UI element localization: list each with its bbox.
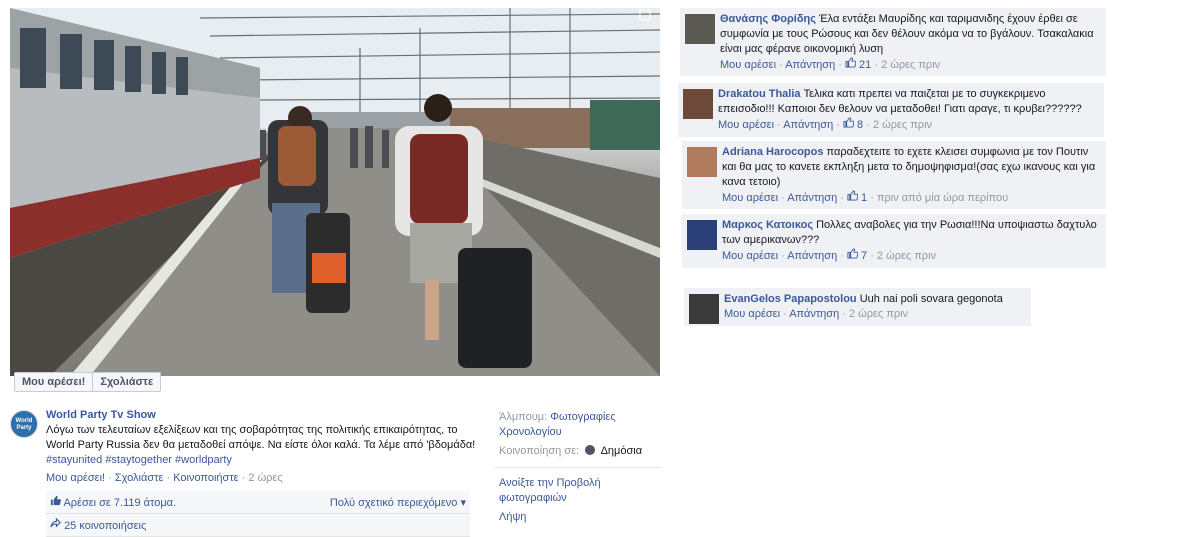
commenter-avatar[interactable]: [687, 147, 717, 177]
comment-timestamp[interactable]: 2 ώρες πριν: [877, 250, 936, 262]
likes-count-link[interactable]: Αρέσει σε 7.119 άτομα.: [63, 497, 176, 509]
comment-timestamp[interactable]: 2 ώρες πριν: [849, 308, 908, 320]
comment-timestamp[interactable]: πριν από μία ώρα περίπου: [877, 192, 1008, 204]
comment-item: Drakatou Thalia Τελικα κατι πρεπει να πα…: [678, 83, 1104, 137]
globe-icon: [585, 445, 596, 455]
shares-count-link[interactable]: 25 κοινοποιήσεις: [64, 520, 146, 532]
comment-like-link[interactable]: Μου αρέσει: [720, 59, 776, 71]
comment-like-link[interactable]: Μου αρέσει: [722, 192, 778, 204]
post-meta: Μου αρέσει! · Σχολιάστε · Κοινοποιήστε ·…: [46, 472, 283, 484]
comment-like-link[interactable]: Μου αρέσει: [722, 250, 778, 262]
page-avatar[interactable]: World Party: [10, 410, 38, 438]
thumbs-up-icon: [843, 117, 855, 133]
album-label: Άλμπουμ:: [499, 411, 548, 423]
commenter-name[interactable]: Μαρκος Κατοικος: [722, 219, 813, 231]
shared-with-label: Κοινοποίηση σε:: [499, 445, 580, 457]
divider: [495, 467, 661, 468]
comment-sort-dropdown[interactable]: Πολύ σχετικό περιεχόμενο ▾: [330, 496, 466, 509]
likes-box: Αρέσει σε 7.119 άτομα. Πολύ σχετικό περι…: [46, 491, 470, 537]
comment-reply-link[interactable]: Απάντηση: [789, 308, 839, 320]
thumbs-up-icon: [847, 190, 859, 206]
download-link[interactable]: Λήψη: [499, 510, 661, 525]
commenter-name[interactable]: Adriana Harocopos: [722, 146, 823, 158]
post-comment-link[interactable]: Σχολιάστε: [115, 472, 164, 484]
comment-timestamp[interactable]: 2 ώρες πριν: [881, 59, 940, 71]
thumbs-up-icon: [847, 248, 859, 264]
comment-reply-link[interactable]: Απάντηση: [785, 59, 835, 71]
commenter-avatar[interactable]: [689, 294, 719, 324]
comment-timestamp[interactable]: 2 ώρες πριν: [873, 119, 932, 131]
commenter-name[interactable]: EvanGelos Papapostolou: [724, 293, 857, 305]
photo-side-info: Άλμπουμ: Φωτογραφίες Χρονολογίου Κοινοπο…: [495, 410, 661, 525]
comment-like-count[interactable]: 1: [861, 192, 867, 204]
post-timestamp[interactable]: 2 ώρες: [248, 472, 282, 484]
comment-item: EvanGelos Papapostolou Uuh nai poli sova…: [684, 288, 1031, 326]
commenter-avatar[interactable]: [685, 14, 715, 44]
comment-text: Uuh nai poli sovara gegonota: [859, 293, 1003, 305]
photo-comment-button[interactable]: Σχολιάστε: [92, 373, 161, 391]
comment-like-count[interactable]: 7: [861, 250, 867, 262]
railway-platform-illustration: [10, 8, 660, 376]
comment-like-link[interactable]: Μου αρέσει: [718, 119, 774, 131]
share-arrow-icon: [50, 517, 61, 532]
comment-like-link[interactable]: Μου αρέσει: [724, 308, 780, 320]
post-hashtags[interactable]: #stayunited #staytogether #worldparty: [46, 453, 480, 468]
commenter-avatar[interactable]: [683, 89, 713, 119]
commenter-name[interactable]: Θανάσης Φορίδης: [720, 13, 816, 25]
audience-selector[interactable]: Δημόσια: [601, 445, 643, 457]
photo-like-button[interactable]: Μου αρέσει!: [15, 373, 93, 391]
commenter-name[interactable]: Drakatou Thalia: [718, 88, 801, 100]
open-photo-viewer-link[interactable]: Ανοίξτε την Προβολή φωτογραφιών: [499, 476, 661, 506]
post-info: World Party World Party Tv Show Λόγω των…: [10, 408, 480, 537]
comment-reply-link[interactable]: Απάντηση: [783, 119, 833, 131]
comment-reply-link[interactable]: Απάντηση: [787, 250, 837, 262]
post-text: Λόγω των τελευταίων εξελίξεων και της σο…: [46, 424, 476, 451]
comment-reply-link[interactable]: Απάντηση: [787, 192, 837, 204]
comment-like-count[interactable]: 8: [857, 119, 863, 131]
comment-item: Adriana Harocopos παραδεχτειτε το εχετε …: [682, 141, 1106, 209]
comment-like-count[interactable]: 21: [859, 59, 871, 71]
post-author-link[interactable]: World Party Tv Show: [46, 408, 480, 423]
thumbs-up-icon: [50, 495, 61, 509]
page-avatar-text: World Party: [15, 418, 33, 431]
post-share-link[interactable]: Κοινοποιήστε: [173, 472, 238, 484]
post-like-link[interactable]: Μου αρέσει!: [46, 472, 105, 484]
post-photo[interactable]: [10, 8, 660, 376]
commenter-avatar[interactable]: [687, 220, 717, 250]
thumbs-up-icon: [845, 57, 857, 73]
comment-item: Μαρκος Κατοικος Πολλες αναβολες για την …: [682, 214, 1106, 268]
photo-action-bar: Μου αρέσει! Σχολιάστε: [14, 372, 162, 392]
comment-item: Θανάσης Φορίδης Έλα εντάξει Μαυρίδης και…: [680, 8, 1106, 76]
